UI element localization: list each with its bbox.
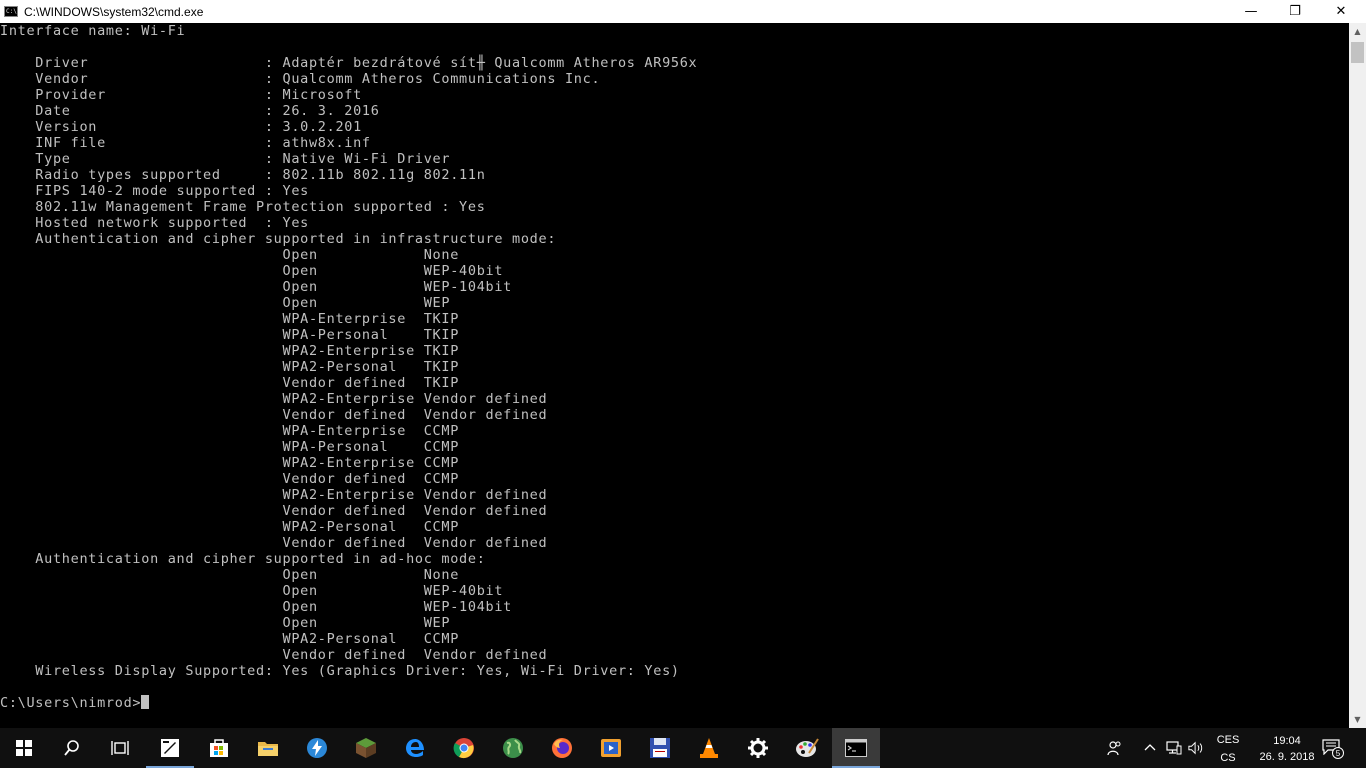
taskbar-chrome[interactable] bbox=[440, 728, 488, 768]
console-area[interactable]: Interface name: Wi-Fi Driver : Adaptér b… bbox=[0, 23, 1349, 728]
window-title: C:\WINDOWS\system32\cmd.exe bbox=[24, 4, 204, 19]
taskbar-minecraft[interactable] bbox=[342, 728, 390, 768]
grass-block-icon bbox=[356, 738, 376, 758]
network-icon[interactable] bbox=[1166, 740, 1182, 756]
start-button[interactable] bbox=[0, 728, 48, 768]
taskbar-vlc[interactable] bbox=[685, 728, 733, 768]
image-editor-icon bbox=[161, 739, 179, 757]
input-language-indicator[interactable]: CES CS bbox=[1208, 733, 1248, 765]
chrome-icon bbox=[453, 738, 474, 759]
minimize-button[interactable]: — bbox=[1228, 0, 1274, 23]
firefox-icon bbox=[552, 738, 572, 758]
command-prompt: C:\Users\nimrod> bbox=[0, 695, 142, 711]
clock-date: 26. 9. 2018 bbox=[1259, 751, 1315, 763]
vertical-scrollbar[interactable]: ▲ ▼ bbox=[1349, 23, 1366, 728]
edge-icon bbox=[406, 739, 424, 757]
folder-icon bbox=[258, 742, 278, 756]
taskbar-photo-app[interactable] bbox=[146, 728, 194, 768]
title-bar[interactable]: C:\ C:\WINDOWS\system32\cmd.exe — ❐ ✕ bbox=[0, 0, 1366, 24]
windows-logo-icon bbox=[16, 740, 32, 756]
text-cursor bbox=[141, 695, 150, 709]
lightning-icon bbox=[307, 738, 327, 758]
taskbar-cmd[interactable] bbox=[832, 728, 880, 768]
keyboard-layout-code: CS bbox=[1220, 752, 1236, 764]
taskbar-globe-app[interactable] bbox=[489, 728, 537, 768]
close-button[interactable]: ✕ bbox=[1318, 0, 1364, 23]
cmd-app-icon[interactable]: C:\ bbox=[4, 6, 18, 17]
maximize-button[interactable]: ❐ bbox=[1272, 0, 1318, 23]
vlc-cone-icon bbox=[700, 738, 718, 758]
scroll-down-arrow-icon[interactable]: ▼ bbox=[1349, 711, 1366, 728]
taskbar-save-app[interactable] bbox=[636, 728, 684, 768]
taskbar-settings[interactable] bbox=[734, 728, 782, 768]
search-button[interactable] bbox=[48, 728, 96, 768]
taskbar-store[interactable] bbox=[195, 728, 243, 768]
console-output: Interface name: Wi-Fi Driver : Adaptér b… bbox=[0, 23, 697, 711]
people-icon[interactable] bbox=[1106, 740, 1122, 756]
scroll-up-arrow-icon[interactable]: ▲ bbox=[1349, 23, 1366, 40]
taskbar-firefox[interactable] bbox=[538, 728, 586, 768]
volume-icon[interactable] bbox=[1188, 740, 1204, 756]
clock[interactable]: 19:04 26. 9. 2018 bbox=[1254, 733, 1320, 765]
action-center-button[interactable]: 5 bbox=[1322, 739, 1344, 759]
notification-count-badge: 5 bbox=[1332, 747, 1344, 759]
task-view-icon bbox=[111, 741, 129, 755]
clock-time: 19:04 bbox=[1273, 735, 1301, 747]
language-code: CES bbox=[1216, 734, 1240, 746]
globe-icon bbox=[503, 738, 523, 758]
floppy-disk-icon bbox=[650, 738, 670, 758]
taskbar-edge[interactable] bbox=[391, 728, 439, 768]
paint-palette-icon bbox=[796, 738, 819, 757]
taskbar-file-explorer[interactable] bbox=[244, 728, 292, 768]
show-hidden-icons-chevron-up-icon[interactable] bbox=[1142, 740, 1158, 756]
taskbar-paint[interactable] bbox=[783, 728, 831, 768]
scroll-thumb[interactable] bbox=[1351, 42, 1364, 63]
video-icon bbox=[601, 739, 621, 757]
command-prompt-icon bbox=[845, 739, 867, 757]
store-icon bbox=[210, 739, 228, 757]
task-view-button[interactable] bbox=[96, 728, 144, 768]
search-icon bbox=[64, 740, 79, 756]
gear-icon bbox=[748, 738, 768, 758]
taskbar-edge-dev[interactable] bbox=[293, 728, 341, 768]
taskbar: CES CS 19:04 26. 9. 2018 5 bbox=[0, 728, 1366, 768]
console-text: Interface name: Wi-Fi Driver : Adaptér b… bbox=[0, 23, 698, 679]
taskbar-video-player[interactable] bbox=[587, 728, 635, 768]
